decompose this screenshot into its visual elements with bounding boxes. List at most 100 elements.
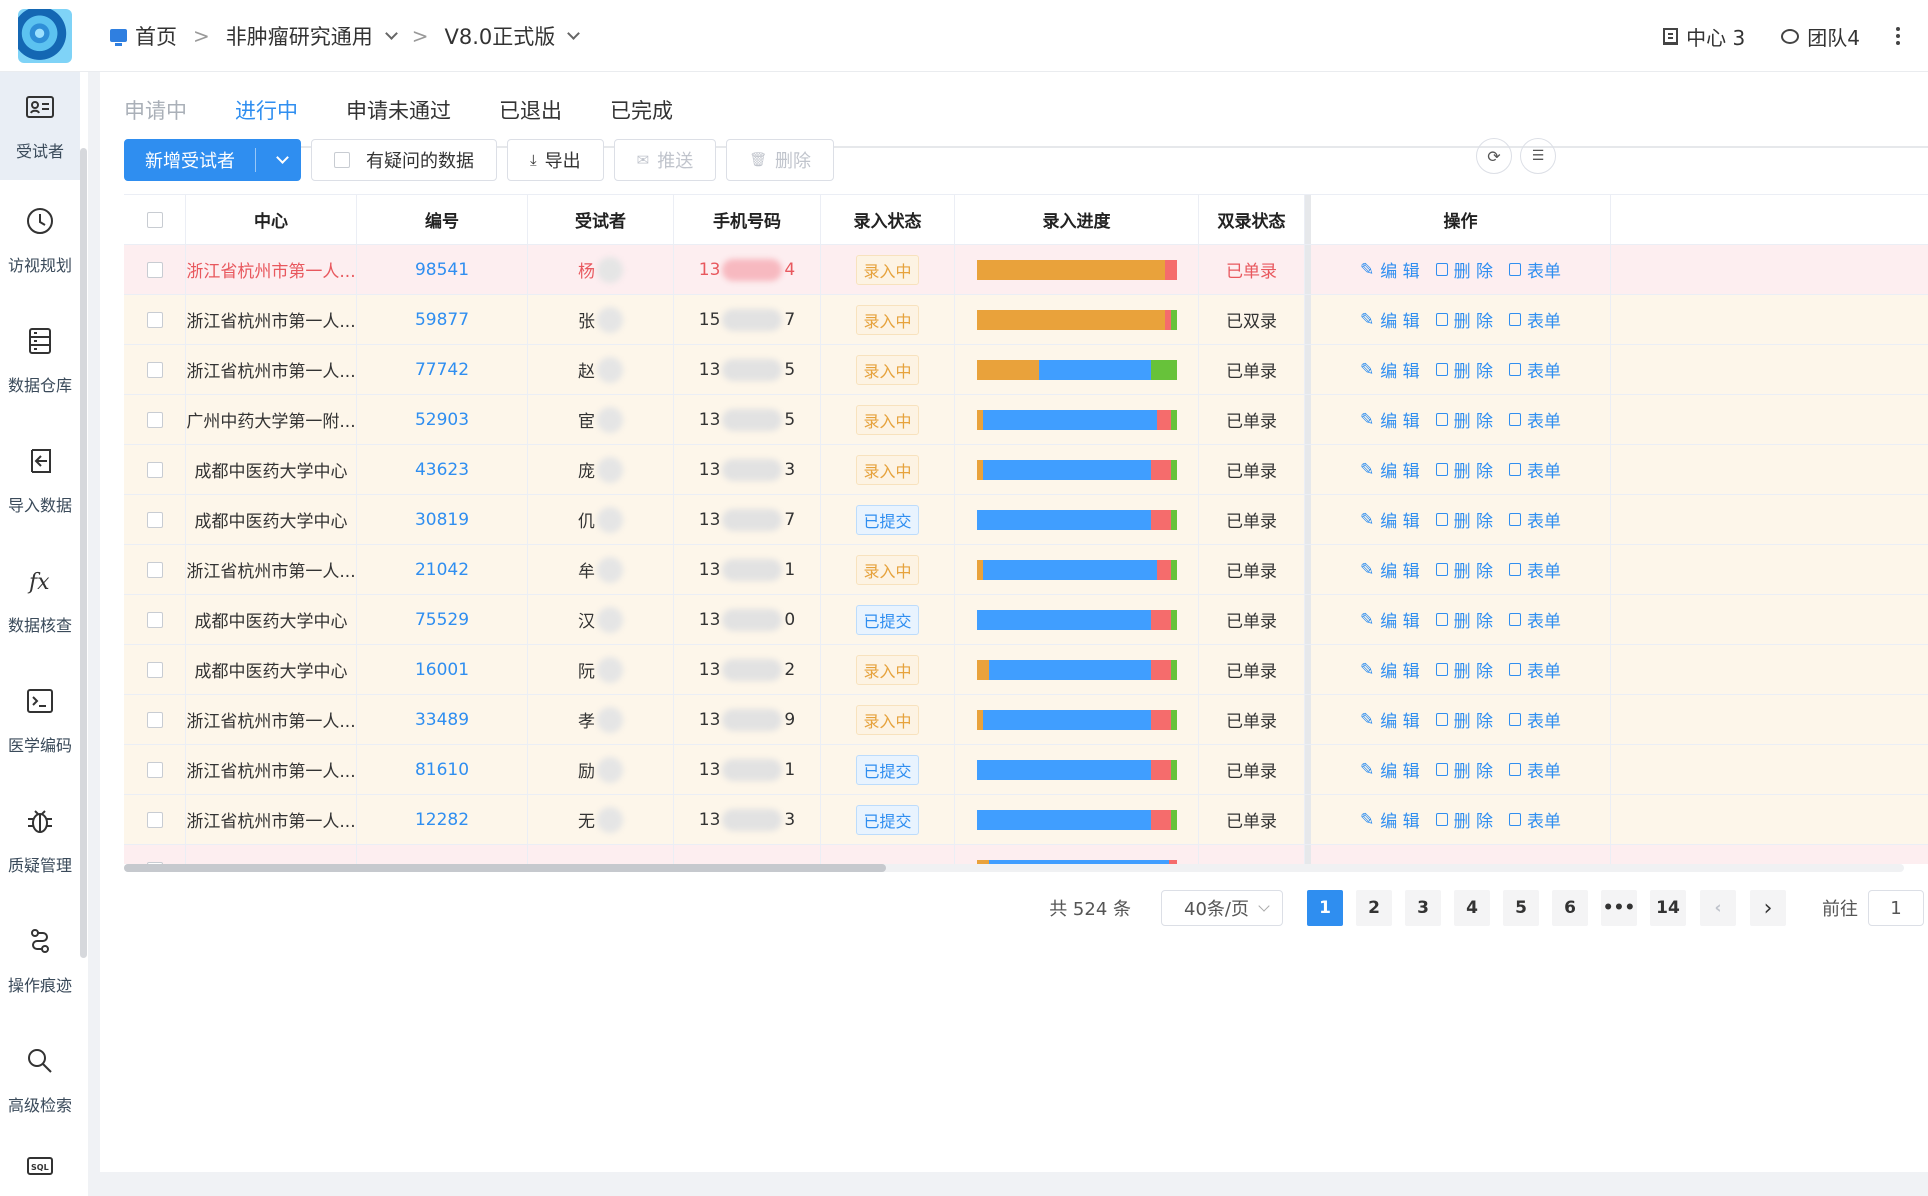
- breadcrumb-version[interactable]: V8.0正式版: [445, 21, 556, 51]
- select-all-checkbox[interactable]: [146, 211, 163, 228]
- page-3[interactable]: 3: [1405, 890, 1441, 926]
- page-5[interactable]: 5: [1503, 890, 1539, 926]
- delete-row-button[interactable]: 删 除: [1435, 557, 1493, 582]
- edit-button[interactable]: ✎ 编 辑: [1360, 257, 1420, 283]
- row-select[interactable]: [124, 845, 186, 864]
- table-row[interactable]: 广州中药大学第一附... 52903 宦 13 5 录入中 已单录 ✎ 编 辑 删 …: [124, 395, 1928, 445]
- row-checkbox[interactable]: [146, 461, 163, 478]
- edit-button[interactable]: ✎ 编 辑: [1360, 407, 1420, 433]
- page-4[interactable]: 4: [1454, 890, 1490, 926]
- table-row[interactable]: 成都中医药大学中心 30819 仉 13 7 已提交 已单录 ✎ 编 辑 删 除 表…: [124, 495, 1928, 545]
- edit-button[interactable]: ✎ 编 辑: [1360, 657, 1420, 683]
- subject-code-link[interactable]: 98541: [415, 260, 469, 280]
- row-checkbox[interactable]: [146, 561, 163, 578]
- form-button[interactable]: 表单: [1509, 757, 1561, 782]
- prev-page-button[interactable]: ‹: [1700, 890, 1736, 926]
- breadcrumb-project[interactable]: 非肿瘤研究通用: [226, 21, 373, 51]
- form-button[interactable]: 表单: [1509, 257, 1561, 282]
- row-checkbox[interactable]: [146, 411, 163, 428]
- more-vertical-icon[interactable]: [1896, 27, 1900, 45]
- chevron-down-icon[interactable]: [567, 27, 581, 40]
- push-button[interactable]: ✉ 推送: [613, 139, 717, 181]
- delete-row-button[interactable]: 删 除: [1435, 507, 1493, 532]
- delete-row-button[interactable]: 删 除: [1435, 357, 1493, 382]
- table-horizontal-scrollbar[interactable]: [124, 864, 1904, 872]
- row-checkbox[interactable]: [146, 811, 163, 828]
- edit-button[interactable]: ✎ 编 辑: [1360, 307, 1420, 333]
- sidebar-item-data-check[interactable]: fx 数据核查: [0, 540, 80, 660]
- delete-row-button[interactable]: 删 除: [1435, 657, 1493, 682]
- table-row[interactable]: 浙江省杭州市第一人... 81610 励 13 1 已提交 已单录 ✎ 编 辑 删 …: [124, 745, 1928, 795]
- page-ellipsis[interactable]: •••: [1601, 890, 1637, 926]
- row-select[interactable]: [124, 595, 186, 644]
- subject-code-link[interactable]: 77742: [415, 360, 469, 380]
- subject-code-link[interactable]: 33489: [415, 710, 469, 730]
- subject-code-link[interactable]: 12282: [415, 810, 469, 830]
- table-row[interactable]: 浙江省杭州市第一人... 21042 牟 13 1 录入中 已单录 ✎ 编 辑 删 …: [124, 545, 1928, 595]
- delete-row-button[interactable]: 删 除: [1435, 307, 1493, 332]
- delete-button[interactable]: 🗑 删除: [726, 139, 834, 181]
- subject-code-link[interactable]: 21042: [415, 560, 469, 580]
- doubtful-checkbox[interactable]: [334, 152, 350, 168]
- row-select[interactable]: [124, 795, 186, 844]
- sidebar-item-sql[interactable]: SQL: [0, 1140, 80, 1196]
- edit-button[interactable]: ✎ 编 辑: [1360, 757, 1420, 783]
- row-checkbox[interactable]: [146, 361, 163, 378]
- row-select[interactable]: [124, 445, 186, 494]
- edit-button[interactable]: ✎ 编 辑: [1360, 457, 1420, 483]
- refresh-button[interactable]: ⟳: [1476, 138, 1512, 174]
- form-button[interactable]: 表单: [1509, 607, 1561, 632]
- row-select[interactable]: [124, 345, 186, 394]
- row-checkbox[interactable]: [146, 661, 163, 678]
- sidebar-scrollbar[interactable]: [80, 148, 87, 958]
- table-row[interactable]: 浙江省杭州市第一人... 12282 无 13 3 已提交 已单录 ✎ 编 辑 删 …: [124, 795, 1928, 845]
- header-select-all[interactable]: [124, 195, 186, 244]
- edit-button[interactable]: ✎ 编 辑: [1360, 557, 1420, 583]
- sidebar-item-visit-plan[interactable]: 访视规划: [0, 180, 80, 300]
- row-checkbox[interactable]: [146, 311, 163, 328]
- sidebar-item-import-data[interactable]: 导入数据: [0, 420, 80, 540]
- add-subject-button[interactable]: 新增受试者: [124, 139, 301, 181]
- table-row[interactable]: [124, 845, 1928, 864]
- edit-button[interactable]: ✎ 编 辑: [1360, 607, 1420, 633]
- form-button[interactable]: 表单: [1509, 357, 1561, 382]
- row-select[interactable]: [124, 645, 186, 694]
- sidebar-item-operation-trail[interactable]: 操作痕迹: [0, 900, 80, 1020]
- sidebar-item-medical-coding[interactable]: 医学编码: [0, 660, 80, 780]
- app-logo[interactable]: [18, 8, 72, 63]
- row-select[interactable]: [124, 395, 186, 444]
- row-checkbox[interactable]: [146, 761, 163, 778]
- page-1[interactable]: 1: [1307, 890, 1343, 926]
- edit-button[interactable]: ✎ 编 辑: [1360, 357, 1420, 383]
- row-select[interactable]: [124, 545, 186, 594]
- row-select[interactable]: [124, 245, 186, 294]
- table-row[interactable]: 成都中医药大学中心 16001 阮 13 2 录入中 已单录 ✎ 编 辑 删 除 表…: [124, 645, 1928, 695]
- column-settings-button[interactable]: ☰: [1520, 138, 1556, 174]
- row-select[interactable]: [124, 695, 186, 744]
- delete-row-button[interactable]: 删 除: [1435, 257, 1493, 282]
- form-button[interactable]: 表单: [1509, 657, 1561, 682]
- form-button[interactable]: 表单: [1509, 457, 1561, 482]
- row-checkbox[interactable]: [146, 261, 163, 278]
- scrollbar-thumb[interactable]: [124, 864, 886, 872]
- page-14[interactable]: 14: [1650, 890, 1686, 926]
- form-button[interactable]: 表单: [1509, 707, 1561, 732]
- page-6[interactable]: 6: [1552, 890, 1588, 926]
- row-select[interactable]: [124, 745, 186, 794]
- subject-code-link[interactable]: 81610: [415, 760, 469, 780]
- delete-row-button[interactable]: 删 除: [1435, 407, 1493, 432]
- delete-row-button[interactable]: 删 除: [1435, 707, 1493, 732]
- sidebar-item-subjects[interactable]: 受试者: [0, 72, 80, 180]
- center-switch[interactable]: 中心 3: [1663, 22, 1745, 51]
- form-button[interactable]: 表单: [1509, 557, 1561, 582]
- table-row[interactable]: 成都中医药大学中心 43623 庞 13 3 录入中 已单录 ✎ 编 辑 删 除 表…: [124, 445, 1928, 495]
- table-row[interactable]: 浙江省杭州市第一人... 59877 张 15 7 录入中 已双录 ✎ 编 辑 删 …: [124, 295, 1928, 345]
- table-row[interactable]: 成都中医药大学中心 75529 汉 13 0 已提交 已单录 ✎ 编 辑 删 除 表…: [124, 595, 1928, 645]
- table-row[interactable]: 浙江省杭州市第一人... 98541 杨 13 4 录入中 已单录 ✎ 编 辑 删 …: [124, 245, 1928, 295]
- delete-row-button[interactable]: 删 除: [1435, 807, 1493, 832]
- tab-rejected[interactable]: 申请未通过: [322, 72, 475, 148]
- subject-code-link[interactable]: 75529: [415, 610, 469, 630]
- edit-button[interactable]: ✎ 编 辑: [1360, 507, 1420, 533]
- tab-in-progress[interactable]: 进行中: [211, 72, 322, 150]
- subject-code-link[interactable]: 52903: [415, 410, 469, 430]
